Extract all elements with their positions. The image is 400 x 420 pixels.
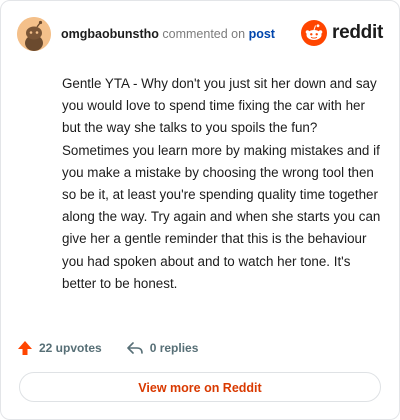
- reply-arrow-icon: [126, 342, 143, 354]
- reddit-snoo-icon: [301, 20, 328, 46]
- avatar[interactable]: [17, 17, 51, 51]
- comment-header: omgbaobunstho commented on post reddit: [17, 17, 383, 51]
- view-more-button[interactable]: View more on Reddit: [19, 372, 381, 402]
- post-link[interactable]: post: [249, 27, 275, 41]
- comment-actions: 22 upvotes 0 replies: [17, 337, 198, 359]
- upvote-arrow-icon: [18, 341, 32, 355]
- avatar-snoo-icon: [17, 17, 51, 51]
- reply-button[interactable]: 0 replies: [126, 340, 199, 356]
- reddit-wordmark: reddit: [332, 22, 383, 43]
- reply-count: 0 replies: [149, 341, 199, 355]
- header-text: omgbaobunstho commented on post: [61, 27, 275, 42]
- upvote-button[interactable]: 22 upvotes: [17, 340, 102, 356]
- username[interactable]: omgbaobunstho: [61, 27, 159, 41]
- upvote-count: 22 upvotes: [39, 341, 102, 355]
- commented-on-text: commented on: [162, 27, 246, 41]
- comment-body: Gentle YTA - Why don't you just sit her …: [62, 76, 381, 291]
- reddit-comment-card: omgbaobunstho commented on post reddit G…: [0, 0, 400, 420]
- reddit-logo[interactable]: reddit: [301, 20, 383, 46]
